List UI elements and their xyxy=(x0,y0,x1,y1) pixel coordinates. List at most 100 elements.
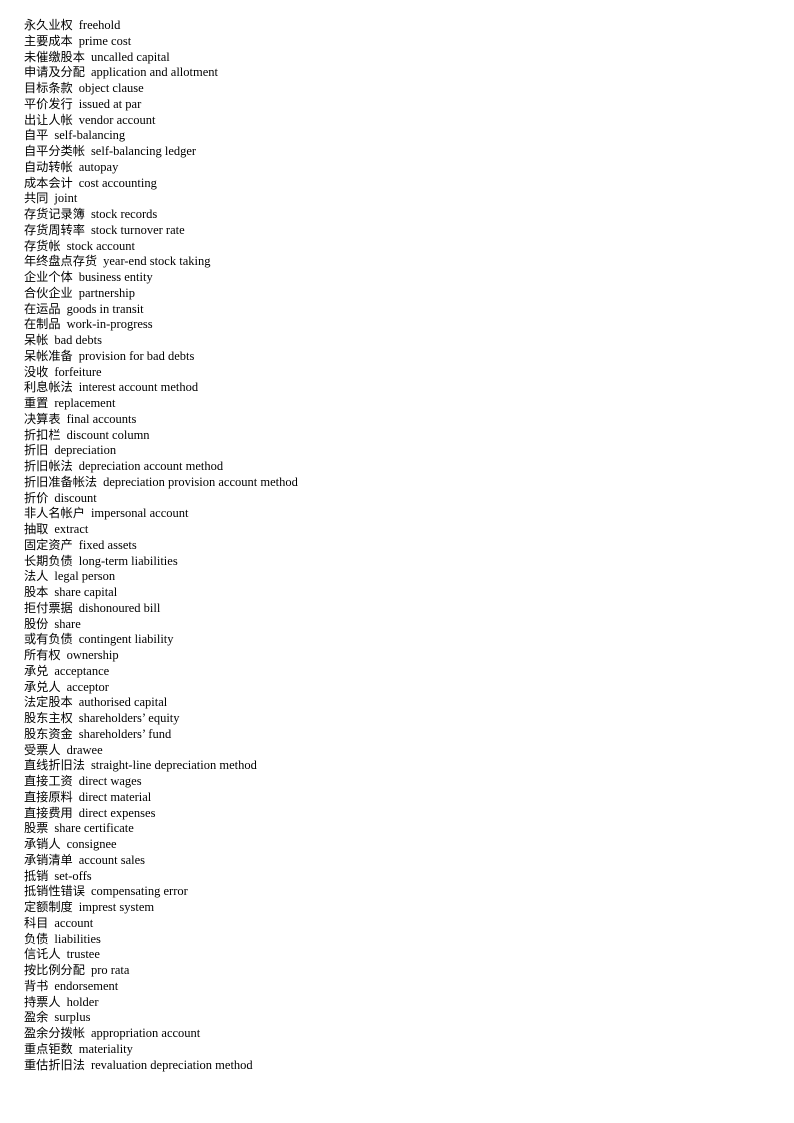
glossary-entry: 盈余分拨帐 appropriation account xyxy=(24,1026,794,1042)
entry-gloss: appropriation account xyxy=(90,1026,201,1040)
entry-term: 承兑 xyxy=(24,663,49,678)
entry-term: 重估折旧法 xyxy=(24,1057,85,1072)
glossary-entry: 折旧 depreciation xyxy=(24,443,794,459)
entry-gloss: acceptance xyxy=(54,663,110,678)
entry-gloss: acceptor xyxy=(66,679,109,694)
glossary-entry: 共同 joint xyxy=(24,191,794,207)
entry-term: 没收 xyxy=(24,364,49,379)
entry-term: 存货周转率 xyxy=(24,222,85,237)
entry-gloss: surplus xyxy=(54,1010,91,1025)
entry-term: 股票 xyxy=(24,821,49,836)
entry-term: 在运品 xyxy=(24,301,61,316)
glossary-entry: 股东主权 shareholders’ equity xyxy=(24,711,794,727)
entry-term: 呆帐 xyxy=(24,333,49,347)
entry-gloss: prime cost xyxy=(78,33,132,48)
entry-term: 法人 xyxy=(24,569,49,584)
entry-term: 承销人 xyxy=(24,837,61,851)
entry-term: 抽取 xyxy=(24,522,49,536)
entry-term: 申请及分配 xyxy=(24,65,85,80)
entry-term: 受票人 xyxy=(24,742,61,757)
entry-gloss: pro rata xyxy=(90,963,130,977)
entry-gloss: final accounts xyxy=(66,411,137,426)
glossary-entry: 直线折旧法 straight-line depreciation method xyxy=(24,758,794,774)
entry-gloss: direct material xyxy=(78,789,152,804)
entry-gloss: account xyxy=(54,915,94,930)
entry-term: 盈余分拨帐 xyxy=(24,1026,85,1040)
entry-gloss: direct expenses xyxy=(78,805,156,820)
entry-gloss: joint xyxy=(54,191,78,206)
glossary-entry: 按比例分配 pro rata xyxy=(24,963,794,979)
glossary-entry: 法人 legal person xyxy=(24,569,794,585)
entry-gloss: application and allotment xyxy=(90,65,218,80)
entry-term: 成本会计 xyxy=(24,175,73,190)
entry-gloss: imprest system xyxy=(78,900,155,914)
glossary-entry: 自平分类帐 self-balancing ledger xyxy=(24,144,794,160)
entry-term: 盈余 xyxy=(24,1010,49,1025)
glossary-entry: 申请及分配 application and allotment xyxy=(24,65,794,81)
glossary-entry: 背书 endorsement xyxy=(24,979,794,995)
entry-term: 永久业权 xyxy=(24,18,73,32)
glossary-entry: 承销清单 account sales xyxy=(24,853,794,869)
glossary-entry: 没收 forfeiture xyxy=(24,365,794,381)
entry-term: 固定资产 xyxy=(24,537,73,552)
entry-term: 共同 xyxy=(24,191,49,206)
glossary-entry: 在运品 goods in transit xyxy=(24,302,794,318)
entry-gloss: trustee xyxy=(66,947,100,962)
entry-term: 企业个体 xyxy=(24,270,73,284)
glossary-entry: 自动转帐 autopay xyxy=(24,160,794,176)
entry-gloss: depreciation xyxy=(54,443,117,458)
entry-term: 存货帐 xyxy=(24,238,61,253)
entry-gloss: shareholders’ fund xyxy=(78,726,172,741)
glossary-entry: 信讬人 trustee xyxy=(24,947,794,963)
glossary-entry: 抵销性错误 compensating error xyxy=(24,884,794,900)
entry-gloss: cost accounting xyxy=(78,175,157,190)
entry-term: 所有权 xyxy=(24,648,61,662)
entry-gloss: partnership xyxy=(78,285,135,300)
glossary-entry: 股东资金 shareholders’ fund xyxy=(24,727,794,743)
glossary-entry: 合伙企业 partnership xyxy=(24,286,794,302)
entry-gloss: drawee xyxy=(66,742,103,757)
glossary-entry: 所有权 ownership xyxy=(24,648,794,664)
entry-term: 承兑人 xyxy=(24,679,61,694)
entry-gloss: fixed assets xyxy=(78,537,137,552)
glossary-entry: 持票人 holder xyxy=(24,995,794,1011)
entry-term: 折旧帐法 xyxy=(24,459,73,473)
entry-term: 背书 xyxy=(24,978,49,993)
entry-term: 未催缴股本 xyxy=(24,49,85,64)
entry-term: 呆帐准备 xyxy=(24,348,73,363)
entry-term: 折旧 xyxy=(24,443,49,458)
glossary-entry: 股本 share capital xyxy=(24,585,794,601)
entry-gloss: provision for bad debts xyxy=(78,348,195,363)
entry-gloss: revaluation depreciation method xyxy=(90,1057,253,1072)
glossary-entry: 存货周转率 stock turnover rate xyxy=(24,223,794,239)
entry-term: 或有负债 xyxy=(24,632,73,647)
entry-gloss: vendor account xyxy=(78,112,156,127)
entry-term: 法定股本 xyxy=(24,695,73,710)
entry-term: 决算表 xyxy=(24,411,61,426)
entry-term: 科目 xyxy=(24,915,49,930)
entry-gloss: ownership xyxy=(66,648,119,662)
glossary-entry: 未催缴股本 uncalled capital xyxy=(24,50,794,66)
entry-term: 股东资金 xyxy=(24,726,73,741)
entry-gloss: compensating error xyxy=(90,884,188,899)
entry-gloss: bad debts xyxy=(54,333,102,347)
entry-gloss: stock records xyxy=(90,207,158,221)
entry-term: 直接原料 xyxy=(24,789,73,804)
glossary-entry: 年终盘点存货 year-end stock taking xyxy=(24,254,794,270)
entry-term: 非人名帐户 xyxy=(24,506,85,521)
entry-gloss: issued at par xyxy=(78,96,142,111)
entry-term: 出让人帐 xyxy=(24,112,73,127)
entry-gloss: impersonal account xyxy=(90,506,189,521)
glossary-entry: 折旧帐法 depreciation account method xyxy=(24,459,794,475)
entry-gloss: share capital xyxy=(54,585,118,599)
glossary-entry: 折旧准备帐法 depreciation provision account met… xyxy=(24,475,794,491)
glossary-entry: 永久业权 freehold xyxy=(24,18,794,34)
entry-gloss: legal person xyxy=(54,569,116,584)
entry-gloss: share xyxy=(54,616,81,631)
glossary-entry: 直接原料 direct material xyxy=(24,790,794,806)
glossary-entry: 固定资产 fixed assets xyxy=(24,538,794,554)
glossary-entry: 定额制度 imprest system xyxy=(24,900,794,916)
entry-term: 年终盘点存货 xyxy=(24,254,98,269)
entry-term: 长期负债 xyxy=(24,553,73,568)
glossary-entry: 存货帐 stock account xyxy=(24,239,794,255)
